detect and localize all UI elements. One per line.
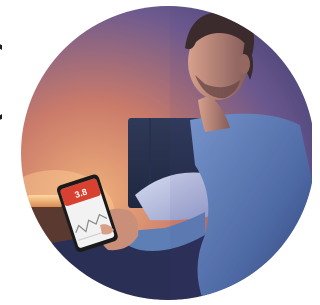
circular-photo: 3.8 (21, 6, 312, 300)
lamp-base (28, 195, 62, 207)
photo-stage: 3.8 (0, 0, 312, 305)
